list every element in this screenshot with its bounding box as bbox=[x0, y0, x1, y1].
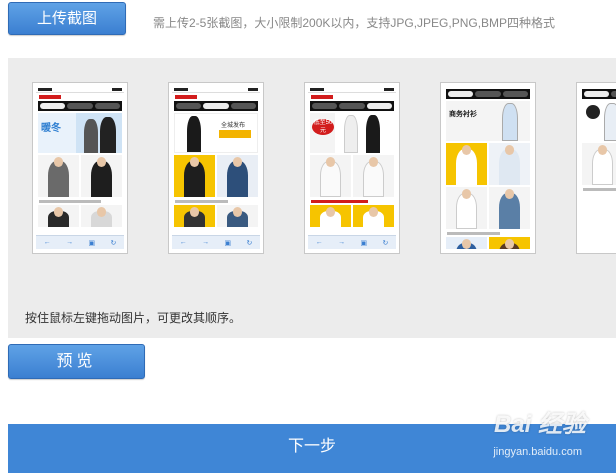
back-arrow-icon: ← bbox=[315, 239, 323, 246]
forward-arrow-icon: → bbox=[338, 239, 346, 246]
screenshot-gallery: 暖冬 ← → ▣ ↻ 全城发布 ← → ▣ ↻ 低至50元 ← → ▣ ↻ 商务… bbox=[8, 58, 616, 338]
upload-screenshot-button[interactable]: 上传截图 bbox=[8, 2, 126, 35]
screenshot-thumbnail-1[interactable]: 暖冬 ← → ▣ ↻ bbox=[32, 82, 128, 254]
forward-arrow-icon: → bbox=[66, 239, 74, 246]
screenshot-thumbnail-4[interactable]: 商务衬衫 bbox=[440, 82, 536, 254]
upload-hint-text: 需上传2-5张截图，大小限制200K以内，支持JPG,JPEG,PNG,BMP四… bbox=[153, 16, 556, 30]
preview-button[interactable]: 预览 bbox=[8, 344, 145, 379]
banner-text: 全城发布 bbox=[221, 123, 246, 129]
bookmark-icon: ▣ bbox=[360, 239, 368, 247]
refresh-icon: ↻ bbox=[110, 239, 117, 247]
forward-arrow-icon: → bbox=[202, 239, 210, 246]
banner-text: 商务衬衫 bbox=[449, 111, 477, 118]
drag-reorder-hint: 按住鼠标左键拖动图片，可更改其顺序。 bbox=[25, 311, 242, 325]
back-arrow-icon: ← bbox=[179, 239, 187, 246]
banner-text: 暖冬 bbox=[41, 123, 61, 134]
screenshot-thumbnail-3[interactable]: 低至50元 ← → ▣ ↻ bbox=[304, 82, 400, 254]
screenshot-thumbnail-2[interactable]: 全城发布 ← → ▣ ↻ bbox=[168, 82, 264, 254]
banner-text: 低至50元 bbox=[312, 119, 334, 135]
refresh-icon: ↻ bbox=[382, 239, 389, 247]
next-step-button[interactable]: 下一步 bbox=[8, 424, 616, 473]
refresh-icon: ↻ bbox=[246, 239, 253, 247]
screenshot-thumbnail-5[interactable] bbox=[576, 82, 616, 254]
back-arrow-icon: ← bbox=[43, 239, 51, 246]
bookmark-icon: ▣ bbox=[224, 239, 232, 247]
bookmark-icon: ▣ bbox=[88, 239, 96, 247]
